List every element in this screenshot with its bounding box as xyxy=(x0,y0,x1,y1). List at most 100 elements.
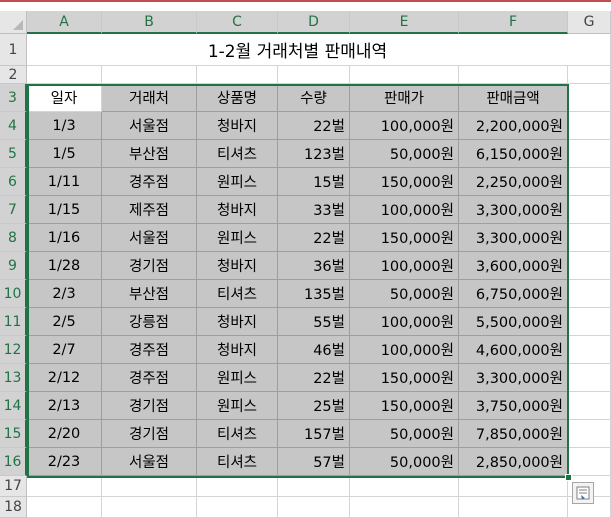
table-cell[interactable]: 청바지 xyxy=(197,308,278,336)
row-header-15[interactable]: 15 xyxy=(0,420,27,448)
table-cell[interactable]: 1/11 xyxy=(27,168,102,196)
table-header-cell[interactable]: 수량 xyxy=(278,84,350,112)
empty-cell[interactable] xyxy=(568,448,611,476)
empty-cell[interactable] xyxy=(350,497,459,518)
row-header-16[interactable]: 16 xyxy=(0,448,27,476)
table-cell[interactable]: 티셔츠 xyxy=(197,448,278,476)
empty-cell[interactable] xyxy=(568,280,611,308)
table-cell[interactable]: 티셔츠 xyxy=(197,140,278,168)
table-cell[interactable]: 경주점 xyxy=(102,336,197,364)
table-cell[interactable]: 33벌 xyxy=(278,196,350,224)
empty-cell[interactable] xyxy=(568,196,611,224)
table-cell[interactable]: 경기점 xyxy=(102,392,197,420)
table-cell[interactable]: 서울점 xyxy=(102,448,197,476)
table-cell[interactable]: 22벌 xyxy=(278,112,350,140)
table-cell[interactable]: 4,600,000원 xyxy=(459,336,568,364)
table-cell[interactable]: 원피스 xyxy=(197,364,278,392)
table-cell[interactable]: 원피스 xyxy=(197,224,278,252)
empty-cell[interactable] xyxy=(568,66,611,84)
table-cell[interactable]: 3,750,000원 xyxy=(459,392,568,420)
table-header-cell[interactable]: 판매가 xyxy=(350,84,459,112)
table-cell[interactable]: 1/3 xyxy=(27,112,102,140)
table-cell[interactable]: 55벌 xyxy=(278,308,350,336)
table-cell[interactable]: 50,000원 xyxy=(350,420,459,448)
table-cell[interactable]: 원피스 xyxy=(197,168,278,196)
row-header-3[interactable]: 3 xyxy=(0,84,27,112)
fill-handle[interactable] xyxy=(565,474,572,481)
row-header-13[interactable]: 13 xyxy=(0,364,27,392)
table-cell[interactable]: 150,000원 xyxy=(350,224,459,252)
table-header-cell[interactable]: 상품명 xyxy=(197,84,278,112)
row-header-12[interactable]: 12 xyxy=(0,336,27,364)
empty-cell[interactable] xyxy=(350,476,459,497)
row-header-11[interactable]: 11 xyxy=(0,308,27,336)
quick-analysis-button[interactable] xyxy=(572,482,594,504)
table-cell[interactable]: 5,500,000원 xyxy=(459,308,568,336)
empty-cell[interactable] xyxy=(568,252,611,280)
table-cell[interactable]: 100,000원 xyxy=(350,252,459,280)
row-header-6[interactable]: 6 xyxy=(0,168,27,196)
table-cell[interactable]: 100,000원 xyxy=(350,336,459,364)
empty-cell[interactable] xyxy=(568,168,611,196)
table-cell[interactable]: 서울점 xyxy=(102,224,197,252)
row-header-10[interactable]: 10 xyxy=(0,280,27,308)
table-cell[interactable]: 6,150,000원 xyxy=(459,140,568,168)
empty-cell[interactable] xyxy=(459,476,568,497)
table-cell[interactable]: 7,850,000원 xyxy=(459,420,568,448)
table-cell[interactable]: 2,200,000원 xyxy=(459,112,568,140)
table-cell[interactable]: 46벌 xyxy=(278,336,350,364)
empty-cell[interactable] xyxy=(197,66,278,84)
row-header-2[interactable]: 2 xyxy=(0,66,27,84)
table-cell[interactable]: 2/7 xyxy=(27,336,102,364)
table-cell[interactable]: 2,850,000원 xyxy=(459,448,568,476)
table-cell[interactable]: 부산점 xyxy=(102,280,197,308)
table-cell[interactable]: 3,600,000원 xyxy=(459,252,568,280)
row-header-8[interactable]: 8 xyxy=(0,224,27,252)
empty-cell[interactable] xyxy=(459,497,568,518)
column-header-d[interactable]: D xyxy=(278,11,350,34)
table-cell[interactable]: 청바지 xyxy=(197,196,278,224)
title-cell[interactable]: 1-2월 거래처별 판매내역 xyxy=(27,34,568,66)
table-cell[interactable]: 2/20 xyxy=(27,420,102,448)
row-header-1[interactable]: 1 xyxy=(0,34,27,66)
column-header-e[interactable]: E xyxy=(350,11,459,34)
row-header-18[interactable]: 18 xyxy=(0,497,27,518)
empty-cell[interactable] xyxy=(568,34,611,66)
active-cell[interactable]: 일자 xyxy=(27,84,102,112)
table-cell[interactable]: 경기점 xyxy=(102,252,197,280)
table-cell[interactable]: 경주점 xyxy=(102,168,197,196)
row-header-7[interactable]: 7 xyxy=(0,196,27,224)
empty-cell[interactable] xyxy=(27,66,102,84)
empty-cell[interactable] xyxy=(568,392,611,420)
empty-cell[interactable] xyxy=(278,476,350,497)
table-cell[interactable]: 1/5 xyxy=(27,140,102,168)
empty-cell[interactable] xyxy=(350,66,459,84)
table-header-cell[interactable]: 거래처 xyxy=(102,84,197,112)
table-cell[interactable]: 22벌 xyxy=(278,224,350,252)
table-cell[interactable]: 50,000원 xyxy=(350,448,459,476)
row-header-9[interactable]: 9 xyxy=(0,252,27,280)
table-cell[interactable]: 청바지 xyxy=(197,252,278,280)
column-header-f[interactable]: F xyxy=(459,11,568,34)
row-header-4[interactable]: 4 xyxy=(0,112,27,140)
table-cell[interactable]: 1/15 xyxy=(27,196,102,224)
table-cell[interactable]: 3,300,000원 xyxy=(459,224,568,252)
table-cell[interactable]: 2/12 xyxy=(27,364,102,392)
row-header-5[interactable]: 5 xyxy=(0,140,27,168)
column-header-b[interactable]: B xyxy=(102,11,197,34)
table-cell[interactable]: 2/13 xyxy=(27,392,102,420)
table-cell[interactable]: 15벌 xyxy=(278,168,350,196)
empty-cell[interactable] xyxy=(197,497,278,518)
table-cell[interactable]: 강릉점 xyxy=(102,308,197,336)
select-all-button[interactable] xyxy=(0,11,27,34)
empty-cell[interactable] xyxy=(197,476,278,497)
table-cell[interactable]: 제주점 xyxy=(102,196,197,224)
table-cell[interactable]: 150,000원 xyxy=(350,168,459,196)
table-cell[interactable]: 123벌 xyxy=(278,140,350,168)
empty-cell[interactable] xyxy=(102,66,197,84)
table-cell[interactable]: 2/5 xyxy=(27,308,102,336)
column-header-c[interactable]: C xyxy=(197,11,278,34)
table-cell[interactable]: 135벌 xyxy=(278,280,350,308)
row-header-17[interactable]: 17 xyxy=(0,476,27,497)
empty-cell[interactable] xyxy=(568,336,611,364)
